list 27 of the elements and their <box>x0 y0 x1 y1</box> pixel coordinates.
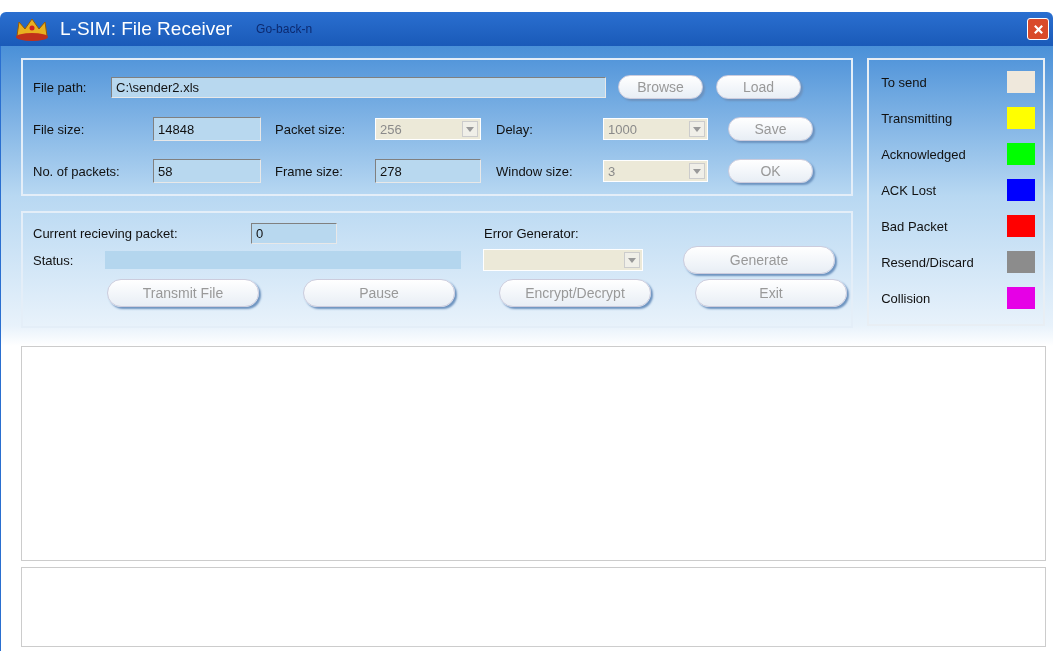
field-label: Delay: <box>495 121 534 137</box>
legend-label: Bad Packet <box>881 218 948 234</box>
field-label: Status: <box>33 252 75 268</box>
field-label: Frame size: <box>274 163 344 179</box>
protocol-label: Go-back-n <box>256 22 313 36</box>
legend-label: To send <box>881 74 927 90</box>
value-field[interactable]: 58 <box>153 159 261 183</box>
legend-label: ACK Lost <box>881 182 937 198</box>
field-label: Current recieving packet: <box>33 225 179 241</box>
field-label: Error Generator: <box>484 225 579 241</box>
field-label: Packet size: <box>274 121 347 137</box>
close-button[interactable] <box>1027 18 1049 40</box>
crown-icon <box>14 16 50 42</box>
legend-label: Acknowledged <box>881 146 966 162</box>
value-field[interactable]: 14848 <box>153 117 261 141</box>
field-label: File path: <box>33 79 88 95</box>
field-label: File size: <box>33 121 86 137</box>
legend-label: Transmitting <box>881 110 953 126</box>
close-icon <box>1032 23 1044 35</box>
legend-label: Resend/Discard <box>881 254 974 270</box>
file-path-field[interactable]: C:\sender2.xls <box>111 76 606 98</box>
legend-label: Collision <box>881 290 931 306</box>
field-label: No. of packets: <box>33 163 121 179</box>
field-label: Window size: <box>495 163 574 179</box>
value-field[interactable]: 278 <box>375 159 481 183</box>
packet-field[interactable]: 0 <box>251 222 337 244</box>
window-title: L-SIM: File Receiver <box>60 18 233 40</box>
